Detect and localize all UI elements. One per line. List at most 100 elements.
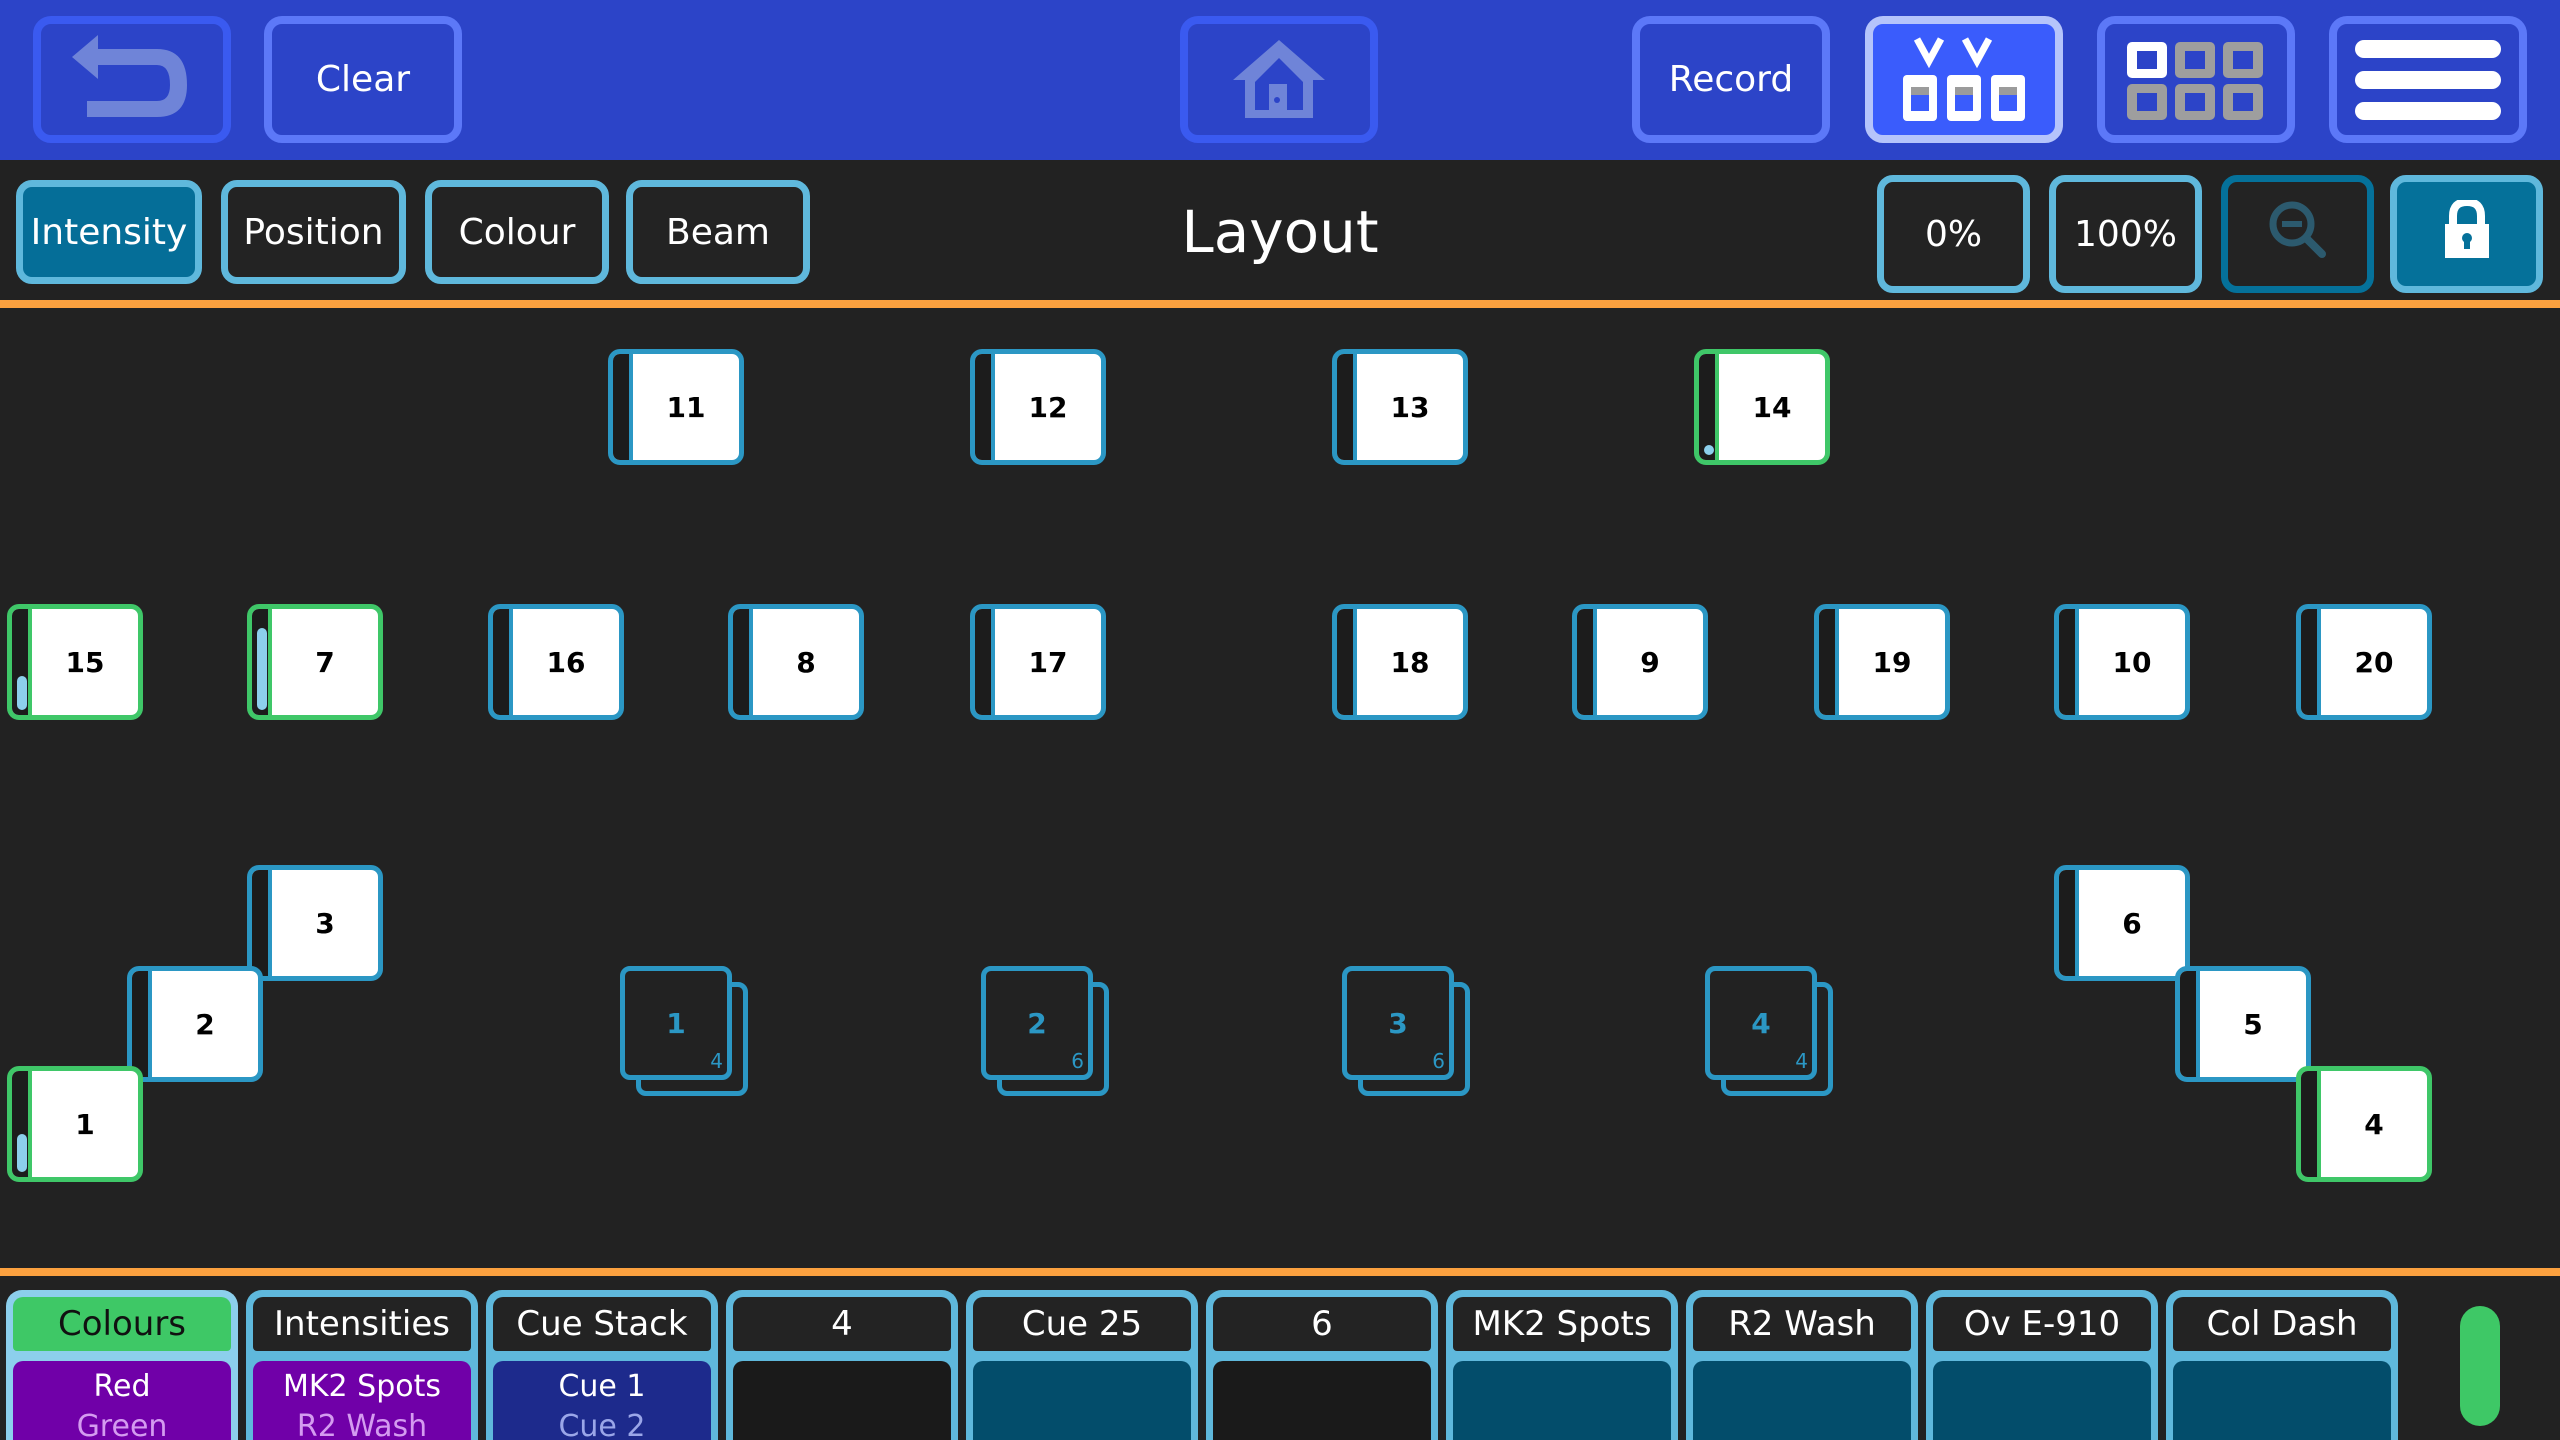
fixture-tile[interactable]: 12 bbox=[970, 349, 1106, 465]
playback-9[interactable]: Ov E-910 bbox=[1926, 1290, 2158, 1440]
playback-5[interactable]: Cue 25 bbox=[966, 1290, 1198, 1440]
playback-content bbox=[1213, 1361, 1431, 1440]
fixture-number: 16 bbox=[546, 645, 586, 679]
playback-title: 4 bbox=[733, 1297, 951, 1351]
tab-beam[interactable]: Beam bbox=[626, 180, 810, 284]
group-tile[interactable]: 44 bbox=[1705, 966, 1837, 1098]
fixture-tile[interactable]: 14 bbox=[1694, 349, 1830, 465]
group-tile[interactable]: 14 bbox=[620, 966, 752, 1098]
playback-title: MK2 Spots bbox=[1453, 1297, 1671, 1351]
tab-intensity[interactable]: Intensity bbox=[16, 180, 202, 284]
intensity-meter bbox=[1337, 354, 1357, 460]
playback-title: Cue Stack bbox=[493, 1297, 711, 1351]
playback-title: Cue 25 bbox=[973, 1297, 1191, 1351]
intensity-meter bbox=[2301, 609, 2321, 715]
undo-icon bbox=[62, 34, 202, 125]
fixture-tile[interactable]: 9 bbox=[1572, 604, 1708, 720]
intensity-meter bbox=[252, 870, 272, 976]
intensity-meter bbox=[1337, 609, 1357, 715]
zero-percent-button[interactable]: 0% bbox=[1877, 175, 2030, 293]
playback-title: 6 bbox=[1213, 1297, 1431, 1351]
fixture-tile[interactable]: 3 bbox=[247, 865, 383, 981]
playback-8[interactable]: R2 Wash bbox=[1686, 1290, 1918, 1440]
home-icon bbox=[1229, 38, 1329, 122]
intensity-level bbox=[17, 676, 27, 710]
top-divider bbox=[0, 300, 2560, 308]
playback-next: Green bbox=[76, 1409, 168, 1440]
playback-4[interactable]: 4 bbox=[726, 1290, 958, 1440]
intensity-meter bbox=[2059, 609, 2079, 715]
group-stack-front: 14 bbox=[620, 966, 732, 1080]
group-fixture-count: 4 bbox=[1795, 1049, 1808, 1073]
intensity-meter bbox=[975, 609, 995, 715]
fixture-tile[interactable]: 16 bbox=[488, 604, 624, 720]
tab-position[interactable]: Position bbox=[221, 180, 406, 284]
playback-content bbox=[1453, 1361, 1671, 1440]
intensity-meter bbox=[132, 971, 152, 1077]
fixture-number: 5 bbox=[2243, 1007, 2263, 1041]
playback-current: Red bbox=[93, 1369, 151, 1404]
fixture-number: 1 bbox=[75, 1107, 95, 1141]
app-root: Clear Record Intensity Position Colour B… bbox=[0, 0, 2560, 1440]
lock-button[interactable] bbox=[2390, 175, 2543, 293]
fixture-tile[interactable]: 2 bbox=[127, 966, 263, 1082]
playback-7[interactable]: MK2 Spots bbox=[1446, 1290, 1678, 1440]
fixture-number: 10 bbox=[2112, 645, 2152, 679]
fixture-tile[interactable]: 15 bbox=[7, 604, 143, 720]
fixture-tile[interactable]: 11 bbox=[608, 349, 744, 465]
menu-button[interactable] bbox=[2329, 16, 2527, 143]
intensity-meter bbox=[252, 609, 272, 715]
fixture-tile[interactable]: 10 bbox=[2054, 604, 2190, 720]
fixture-number: 19 bbox=[1872, 645, 1912, 679]
playback-6[interactable]: 6 bbox=[1206, 1290, 1438, 1440]
fixture-tile[interactable]: 8 bbox=[728, 604, 864, 720]
tab-colour[interactable]: Colour bbox=[425, 180, 609, 284]
fixture-number: 3 bbox=[315, 906, 335, 940]
grid-view-button[interactable] bbox=[2097, 16, 2295, 143]
page-title: Layout bbox=[1181, 198, 1379, 266]
intensity-meter bbox=[2180, 971, 2200, 1077]
fixture-number: 11 bbox=[666, 390, 706, 424]
fixture-tile[interactable]: 5 bbox=[2175, 966, 2311, 1082]
group-tile[interactable]: 36 bbox=[1342, 966, 1474, 1098]
playback-10[interactable]: Col Dash bbox=[2166, 1290, 2398, 1440]
fixture-tile[interactable]: 17 bbox=[970, 604, 1106, 720]
fixture-tile[interactable]: 6 bbox=[2054, 865, 2190, 981]
playback-content: Red Green bbox=[13, 1361, 231, 1440]
playback-2[interactable]: Intensities MK2 Spots R2 Wash bbox=[246, 1290, 478, 1440]
status-indicator[interactable] bbox=[2460, 1306, 2500, 1426]
playback-next: R2 Wash bbox=[296, 1409, 428, 1440]
home-button[interactable] bbox=[1180, 16, 1378, 143]
record-button[interactable]: Record bbox=[1632, 16, 1830, 143]
fixture-number: 2 bbox=[195, 1007, 215, 1041]
fixture-number: 8 bbox=[796, 645, 816, 679]
intensity-meter bbox=[12, 1071, 32, 1177]
fixture-tile[interactable]: 13 bbox=[1332, 349, 1468, 465]
fixture-number: 15 bbox=[65, 645, 105, 679]
intensity-meter bbox=[733, 609, 753, 715]
fader-view-button[interactable] bbox=[1865, 16, 2063, 143]
group-tile[interactable]: 26 bbox=[981, 966, 1113, 1098]
fixture-tile[interactable]: 20 bbox=[2296, 604, 2432, 720]
playback-1[interactable]: Colours Red Green bbox=[6, 1290, 238, 1440]
playback-current: Cue 1 bbox=[558, 1369, 646, 1404]
tab-label: Position bbox=[243, 211, 384, 253]
fixture-tile[interactable]: 1 bbox=[7, 1066, 143, 1182]
fixture-tile[interactable]: 4 bbox=[2296, 1066, 2432, 1182]
fixture-number: 6 bbox=[2122, 906, 2142, 940]
intensity-meter bbox=[975, 354, 995, 460]
tab-label: Intensity bbox=[30, 211, 188, 253]
fixture-tile[interactable]: 7 bbox=[247, 604, 383, 720]
fixture-number: 12 bbox=[1028, 390, 1068, 424]
playback-3[interactable]: Cue Stack Cue 1 Cue 2 bbox=[486, 1290, 718, 1440]
playback-content: MK2 Spots R2 Wash bbox=[253, 1361, 471, 1440]
fixture-tile[interactable]: 18 bbox=[1332, 604, 1468, 720]
zoom-out-button[interactable] bbox=[2221, 175, 2374, 293]
clear-button[interactable]: Clear bbox=[264, 16, 462, 143]
intensity-meter bbox=[613, 354, 633, 460]
full-percent-button[interactable]: 100% bbox=[2049, 175, 2202, 293]
fixture-tile[interactable]: 19 bbox=[1814, 604, 1950, 720]
grid-view-icon bbox=[2121, 38, 2271, 122]
undo-button[interactable] bbox=[33, 16, 231, 143]
fixture-number: 9 bbox=[1640, 645, 1660, 679]
